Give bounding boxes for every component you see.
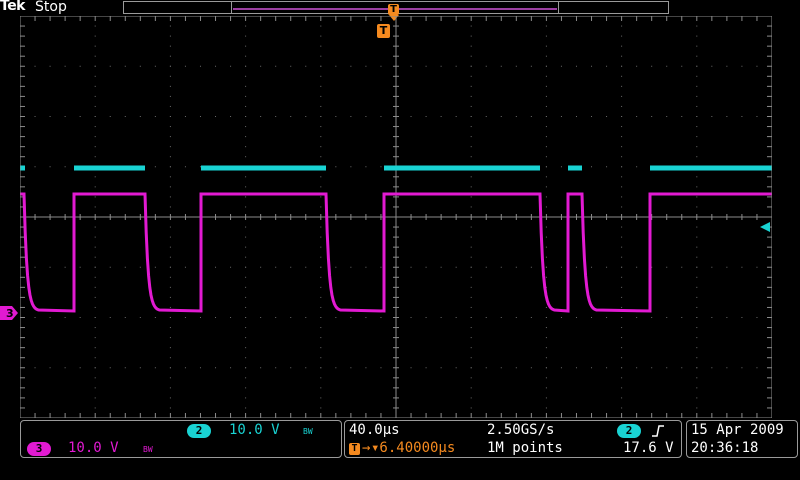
ch2-badge[interactable]: 2 bbox=[187, 424, 211, 438]
brand-label: Tek bbox=[0, 0, 26, 14]
ch3-bw-limit: BW bbox=[143, 445, 153, 454]
waveform-graticule[interactable] bbox=[20, 16, 772, 418]
ch2-scale: 10.0 V bbox=[229, 422, 280, 438]
datetime-panel: 15 Apr 2009 20:36:18 bbox=[686, 420, 798, 458]
ch3-marker-number: 3 bbox=[6, 307, 14, 320]
top-status-bar: Tek Stop T bbox=[0, 0, 800, 21]
date-label: 15 Apr 2009 bbox=[691, 422, 784, 438]
ch3-badge[interactable]: 3 bbox=[27, 442, 51, 456]
trigger-source-badge[interactable]: 2 bbox=[617, 424, 641, 438]
arrow-icon: → bbox=[362, 440, 371, 456]
trigger-delay: ▾6.40000µs bbox=[371, 440, 456, 456]
rising-edge-icon bbox=[652, 425, 664, 437]
vertical-settings-panel[interactable]: 2 10.0 V BW 3 10.0 V BW bbox=[20, 420, 342, 458]
time-per-div: 40.0µs bbox=[349, 422, 400, 438]
trigger-level: 17.6 V bbox=[623, 440, 674, 456]
sample-rate: 2.50GS/s bbox=[487, 422, 555, 438]
time-label: 20:36:18 bbox=[691, 440, 759, 456]
ch3-scale: 10.0 V bbox=[68, 440, 119, 456]
trigger-icon: T bbox=[349, 443, 360, 455]
graticule-ticks bbox=[20, 16, 772, 418]
ch2-ground-marker[interactable] bbox=[760, 222, 770, 232]
horizontal-trigger-panel[interactable]: 40.0µs 2.50GS/s T → ▾6.40000µs 1M points… bbox=[344, 420, 682, 458]
ch2-bw-limit: BW bbox=[303, 427, 313, 436]
trigger-position-marker[interactable]: T bbox=[388, 4, 399, 15]
record-length: 1M points bbox=[487, 440, 563, 456]
acquisition-status: Stop bbox=[35, 0, 67, 15]
ch3-ground-marker[interactable]: 3 bbox=[0, 304, 18, 322]
